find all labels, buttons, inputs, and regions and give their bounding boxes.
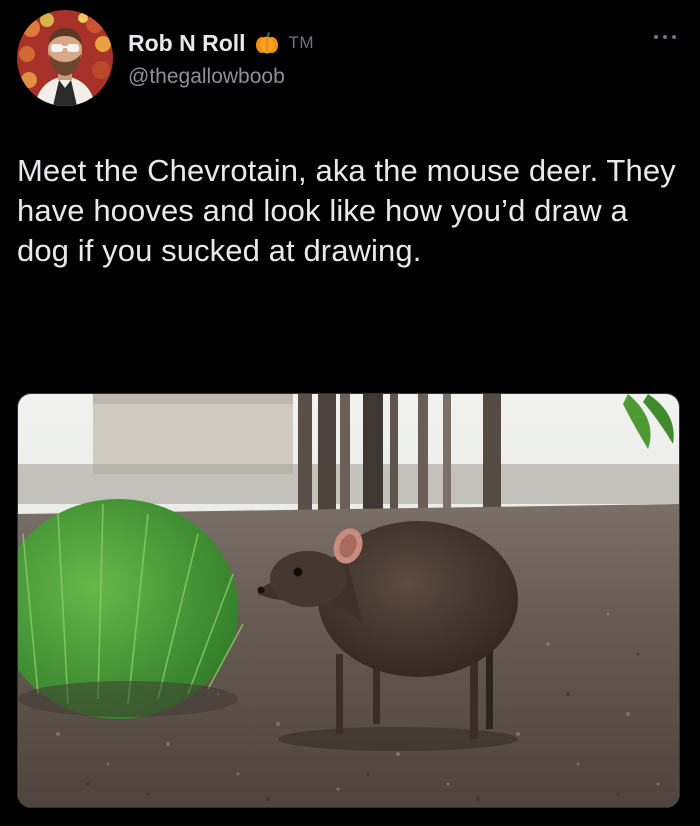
pumpkin-icon [254,30,280,56]
tweet-text: Meet the Chevrotain, aka the mouse deer.… [17,153,676,268]
author-name-row: Rob N Roll TM [128,28,314,58]
tweet-card: Rob N Roll TM @thegallowboob Meet the Ch… [0,0,700,826]
avatar-image [17,10,113,106]
tweet-media-image[interactable] [17,393,680,808]
chevrotain-photo [18,394,679,807]
name-suffix: TM [288,33,315,52]
display-name[interactable]: Rob N Roll [128,30,246,57]
avatar[interactable] [17,10,113,106]
author-handle[interactable]: @thegallowboob [128,65,285,89]
more-horizontal-icon[interactable] [652,30,678,44]
